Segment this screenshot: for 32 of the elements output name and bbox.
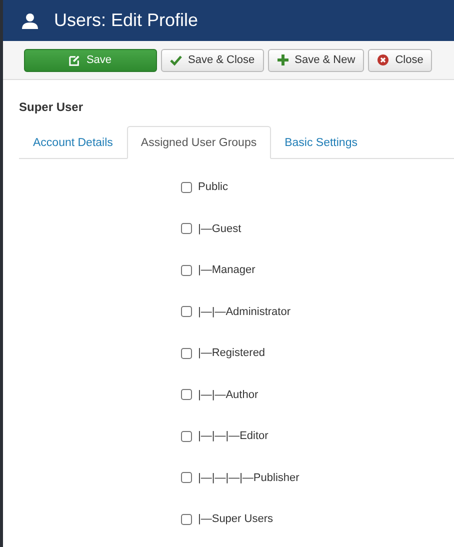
user-name: Super User (19, 100, 84, 114)
group-label: |—Manager (198, 264, 256, 276)
tab[interactable]: Assigned User Groups (126, 126, 271, 159)
group-label: Public (198, 181, 228, 193)
edit-icon (69, 54, 80, 66)
plus-icon (276, 54, 289, 66)
user-icon (22, 12, 38, 28)
save-button[interactable]: Save (24, 48, 157, 72)
checkbox[interactable] (181, 389, 192, 400)
tab[interactable]: Basic Settings (270, 126, 372, 159)
checkbox[interactable] (181, 264, 192, 276)
group-label: |—Super Users (198, 513, 273, 525)
check-icon (170, 54, 182, 66)
close-icon (377, 54, 390, 66)
checkbox[interactable] (181, 223, 192, 234)
checkbox[interactable] (181, 430, 192, 442)
page-title: Users: Edit Profile (54, 10, 198, 31)
group-label: |—|—|—|—Publisher (198, 472, 300, 484)
group-label: |—Guest (198, 222, 242, 234)
group-label: |—Registered (198, 347, 266, 359)
close-button[interactable]: Close (368, 48, 432, 72)
save-close-button[interactable]: Save & Close (161, 48, 264, 72)
checkbox[interactable] (181, 182, 192, 192)
checkbox[interactable] (181, 514, 192, 524)
checkbox[interactable] (181, 306, 192, 317)
save-new-button[interactable]: Save & New (268, 48, 364, 72)
group-label: |—|—|—Editor (198, 430, 268, 442)
checkbox[interactable] (181, 472, 192, 483)
tab[interactable]: Account Details (19, 126, 127, 159)
group-label: |—|—Administrator (198, 306, 291, 318)
checkbox[interactable] (181, 348, 192, 358)
group-label: |—|—Author (198, 388, 258, 400)
